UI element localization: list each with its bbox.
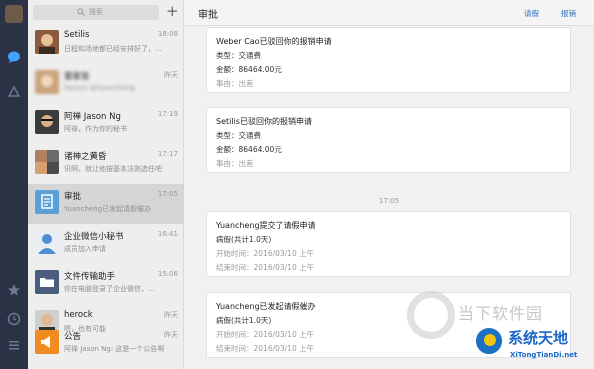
conversation-preview: Yuancheng已发起请假催办 (64, 205, 152, 213)
conversation-time: 昨天 (164, 331, 178, 339)
card-title: Weber Cao已驳回你的报销申请 (216, 37, 332, 46)
conversation-preview: 阿禅，作为你的秘书 (64, 125, 127, 133)
search-icon (77, 8, 85, 16)
card-title: Setilis已驳回你的报销申请 (216, 117, 312, 126)
conversation-name: 文件传输助手 (64, 272, 116, 282)
conversation-preview: 日程和场地都已经安排好了，... (64, 45, 162, 53)
star-icon[interactable] (7, 283, 21, 297)
card-row: 类型：交通费 (216, 51, 261, 60)
expense-button[interactable]: 报销 (561, 8, 576, 19)
conversation-item-setilis[interactable]: Setilis 日程和场地都已经安排好了，... 18:08 (28, 24, 184, 64)
conversation-name: 审批 (64, 192, 82, 202)
left-rail (0, 0, 28, 369)
approval-card[interactable]: Weber Cao已驳回你的报销申请 类型：交通费 金额：86464.00元 事… (206, 27, 571, 93)
menu-icon[interactable] (7, 338, 21, 352)
conversation-time: 昨天 (164, 311, 178, 319)
conversation-item-blurred[interactable]: 雷家俊 herock @Yuancheng 昨天 (28, 64, 184, 104)
conversation-preview: herock @Yuancheng (64, 84, 135, 92)
conversation-time: 17:19 (157, 110, 178, 118)
card-row: 开始时间：2016/03/10 上午 (216, 330, 315, 339)
conversation-preview: 讯啊，就让他按基本法则选任吧 (64, 165, 162, 173)
conversation-name: Setilis (64, 30, 90, 40)
conversation-item-announcement-content[interactable]: 公告 阿禅 Jason Ng: 这是一个公告啊 昨天 (28, 324, 184, 364)
card-row: 事由：出差 (216, 79, 254, 88)
card-row: 类型：交通费 (216, 131, 261, 140)
search-placeholder: 搜索 (89, 8, 103, 16)
conversation-time: 昨天 (164, 71, 178, 79)
conversation-item-jason[interactable]: 阿禅 Jason Ng 阿禅，作为你的秘书 17:19 (28, 104, 184, 144)
time-divider: 17:05 (378, 197, 400, 205)
conversation-name: herock (64, 310, 93, 320)
card-row: 病假(共计1.0天) (216, 316, 272, 325)
conversation-item-file-transfer[interactable]: 文件传输助手 你在电脑登录了企业微信，... 15:06 (28, 264, 184, 304)
page-title: 审批 (198, 10, 218, 21)
approval-card[interactable]: Yuancheng提交了请假申请 病假(共计1.0天) 开始时间：2016/03… (206, 211, 571, 277)
secretary-icon (35, 230, 59, 254)
conversation-time: 17:05 (157, 190, 178, 198)
watermark-url: XiTongTianDi.net (510, 351, 578, 359)
conversation-item-secretary[interactable]: 企业微信小秘书 成员加入申请 16:41 (28, 224, 184, 264)
conversation-name: 公告 (64, 332, 82, 342)
conversation-time: 17:17 (157, 150, 178, 158)
conversation-preview: 你在电脑登录了企业微信，... (64, 285, 155, 293)
card-row: 结束时间：2016/03/10 上午 (216, 263, 315, 272)
watermark-logo-icon (474, 326, 504, 356)
card-title: Yuancheng已发起请假催办 (216, 302, 316, 311)
chat-icon[interactable] (7, 50, 21, 64)
user-avatar[interactable] (5, 5, 23, 23)
conversation-item-group[interactable]: 诸神之黄昏 讯啊，就让他按基本法则选任吧 17:17 (28, 144, 184, 184)
card-row: 事由：出差 (216, 159, 254, 168)
card-title: Yuancheng提交了请假申请 (216, 221, 316, 230)
watermark-brand: 系统天地 (508, 329, 569, 347)
approval-card[interactable]: Setilis已驳回你的报销申请 类型：交通费 金额：86464.00元 事由：… (206, 107, 571, 173)
conversation-item-approval[interactable]: 审批 Yuancheng已发起请假催办 17:05 (28, 184, 184, 224)
avatar (35, 110, 59, 134)
conversation-name: 企业微信小秘书 (64, 232, 124, 242)
contacts-icon[interactable] (7, 85, 21, 99)
card-row: 病假(共计1.0天) (216, 235, 272, 244)
conversation-time: 15:06 (157, 270, 178, 278)
card-row: 金额：86464.00元 (216, 65, 282, 74)
watermark-circle (407, 291, 455, 339)
group-avatar (35, 150, 59, 174)
approval-icon (35, 190, 59, 214)
header-bar: 审批 请假 报销 (184, 0, 594, 26)
conversation-preview: 成员加入申请 (64, 245, 106, 253)
add-button[interactable]: + (166, 3, 179, 19)
leave-button[interactable]: 请假 (524, 8, 539, 19)
card-row: 金额：86464.00元 (216, 145, 282, 154)
search-row: 搜索 + (28, 0, 183, 24)
watermark-text: 当下软件园 (458, 304, 544, 323)
clock-icon[interactable] (7, 312, 21, 326)
conversation-time: 16:41 (157, 230, 178, 238)
avatar (35, 70, 59, 94)
conversation-name: 阿禅 Jason Ng (64, 112, 121, 122)
card-row: 结束时间：2016/03/10 上午 (216, 344, 315, 353)
conversation-name: 诸神之黄昏 (64, 152, 107, 162)
conversation-preview: 阿禅 Jason Ng: 这是一个公告啊 (64, 345, 165, 353)
avatar (35, 30, 59, 54)
conversation-list: 搜索 + Setilis 日程和场地都已经安排好了，... 18:08 雷家俊 … (28, 0, 184, 369)
conversation-name: 雷家俊 (64, 72, 90, 82)
folder-icon (35, 270, 59, 294)
card-row: 开始时间：2016/03/10 上午 (216, 249, 315, 258)
conversation-time: 18:08 (157, 30, 178, 38)
megaphone-icon (35, 330, 59, 354)
search-input[interactable]: 搜索 (33, 5, 159, 20)
